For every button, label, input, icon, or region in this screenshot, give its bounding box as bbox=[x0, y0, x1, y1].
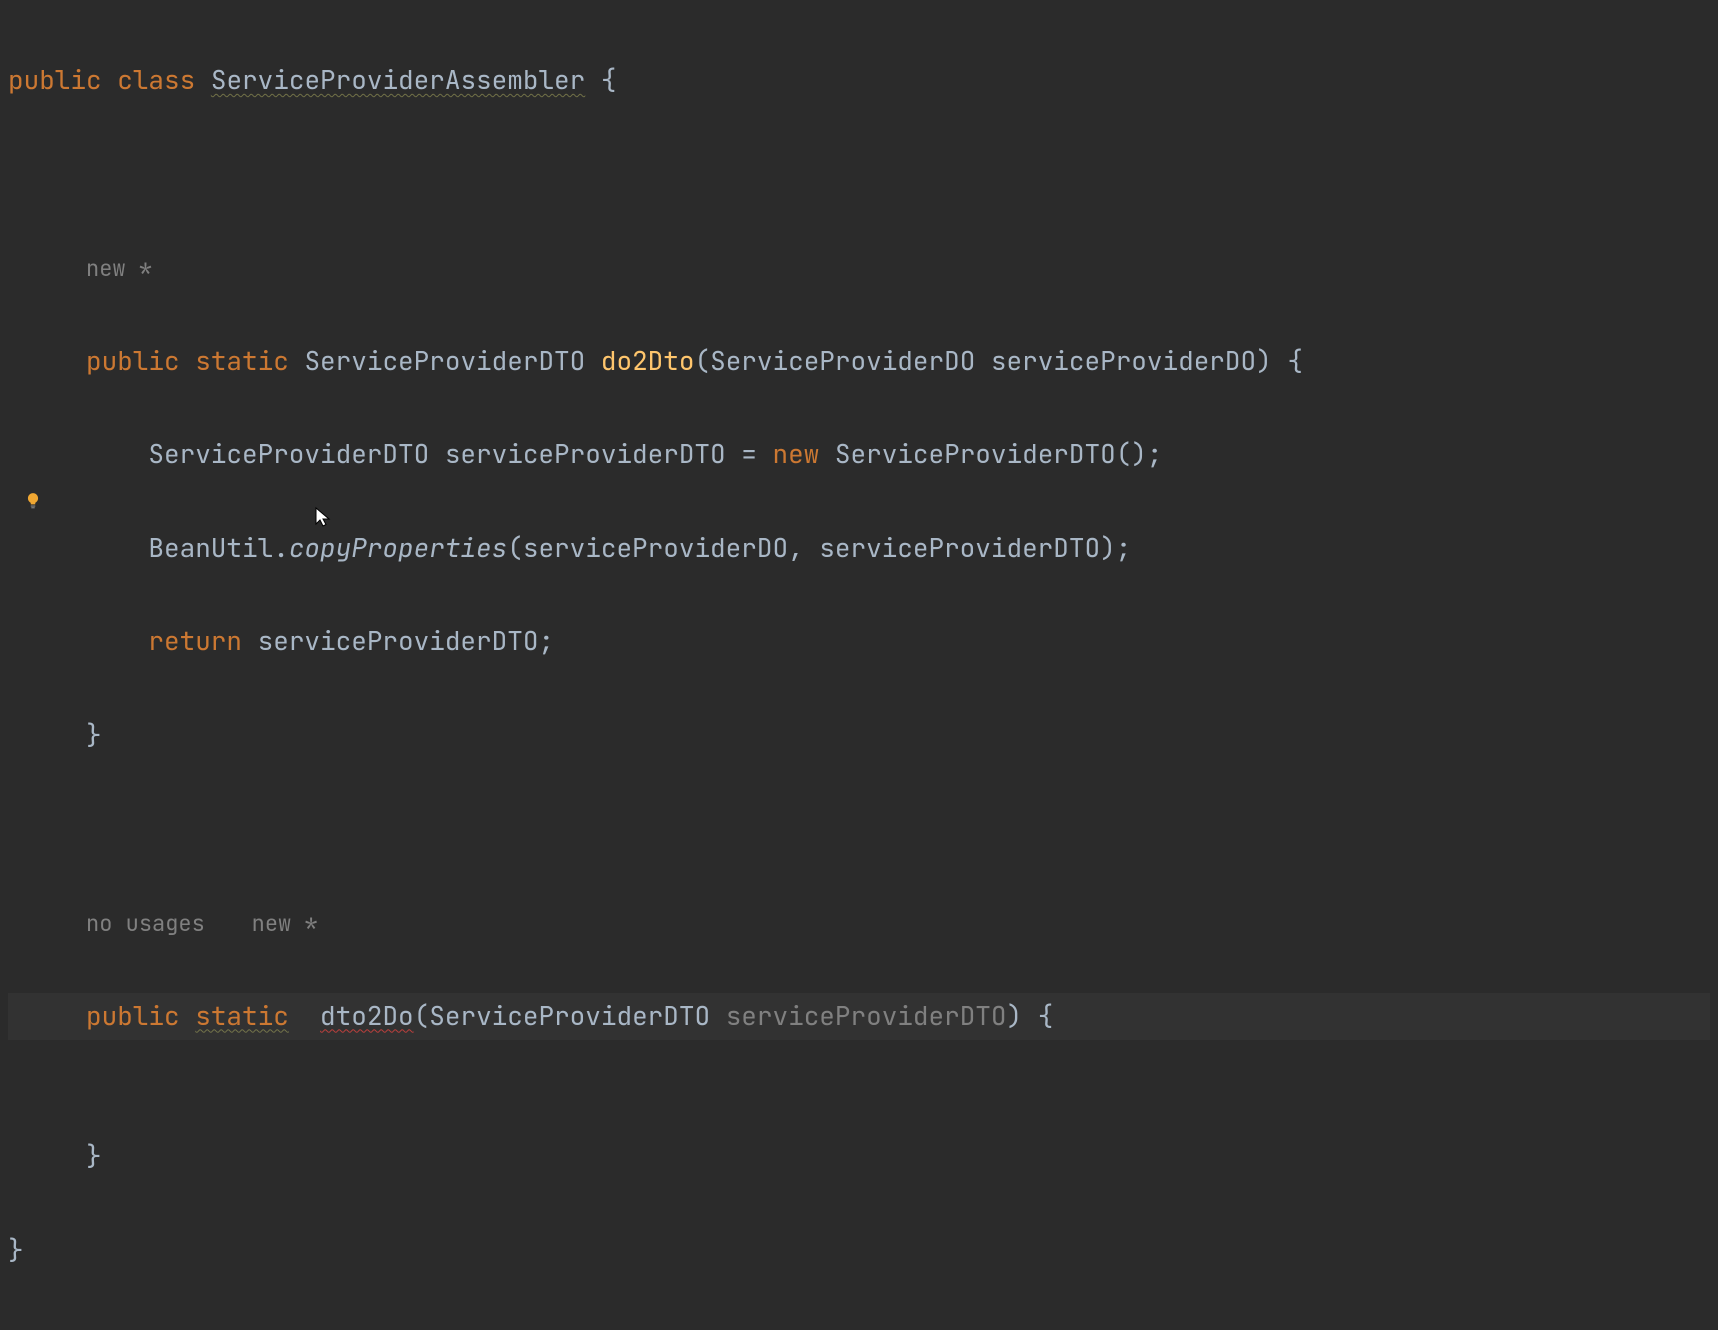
paren-open: ( bbox=[694, 343, 710, 378]
brace-close: } bbox=[8, 1232, 24, 1267]
paren-open: ( bbox=[507, 530, 523, 565]
return-var: serviceProviderDTO bbox=[258, 623, 539, 658]
arg: serviceProviderDO bbox=[523, 530, 788, 565]
code-line[interactable]: ServiceProviderDTO serviceProviderDTO = … bbox=[8, 431, 1710, 478]
code-line[interactable]: return serviceProviderDTO; bbox=[8, 618, 1710, 665]
keyword-public: public bbox=[86, 998, 180, 1033]
brace-close: } bbox=[86, 1138, 102, 1173]
param-name-unused: serviceProviderDTO bbox=[726, 998, 1007, 1033]
keyword-public: public bbox=[8, 62, 102, 97]
code-editor[interactable]: public class ServiceProviderAssembler { … bbox=[0, 0, 1718, 1330]
brace-open: { bbox=[1038, 998, 1054, 1033]
keyword-public: public bbox=[86, 343, 180, 378]
semicolon: ; bbox=[538, 623, 554, 658]
brace-open: { bbox=[601, 62, 617, 97]
parens: () bbox=[1116, 436, 1147, 471]
inlay-hint-new[interactable]: new * bbox=[86, 254, 152, 283]
keyword-static: static bbox=[195, 343, 289, 378]
keyword-return: return bbox=[148, 623, 242, 658]
equals: = bbox=[741, 436, 757, 471]
brace-close: } bbox=[86, 717, 102, 752]
param-type: ServiceProviderDTO bbox=[429, 998, 710, 1033]
code-line[interactable]: BeanUtil.copyProperties(serviceProviderD… bbox=[8, 525, 1710, 572]
class-name-token: ServiceProviderAssembler bbox=[211, 62, 585, 97]
semicolon: ; bbox=[1147, 436, 1163, 471]
static-method-call: copyProperties bbox=[289, 530, 507, 565]
semicolon: ; bbox=[1116, 530, 1132, 565]
keyword-class: class bbox=[117, 62, 195, 97]
code-line[interactable]: } bbox=[8, 1133, 1710, 1180]
inlay-hint-line[interactable]: new * bbox=[8, 244, 1710, 291]
method-name-error: dto2Do bbox=[320, 998, 414, 1033]
inlay-hint-usages[interactable]: no usages bbox=[86, 909, 205, 938]
code-line-current[interactable]: public static dto2Do(ServiceProviderDTO … bbox=[8, 993, 1710, 1040]
brace-open: { bbox=[1287, 343, 1303, 378]
arg: serviceProviderDTO bbox=[819, 530, 1100, 565]
code-line[interactable]: public class ServiceProviderAssembler { bbox=[8, 57, 1710, 104]
code-line-empty[interactable] bbox=[8, 150, 1710, 197]
param-name: serviceProviderDO bbox=[991, 343, 1256, 378]
inlay-hint-line[interactable]: no usages new * bbox=[8, 899, 1710, 946]
paren-open: ( bbox=[414, 998, 430, 1033]
paren-close: ) bbox=[1256, 343, 1272, 378]
param-type: ServiceProviderDO bbox=[710, 343, 975, 378]
keyword-static-warning: static bbox=[195, 998, 289, 1033]
return-type: ServiceProviderDTO bbox=[304, 343, 585, 378]
intention-bulb-icon[interactable] bbox=[24, 485, 42, 521]
paren-close: ) bbox=[1007, 998, 1023, 1033]
var-name: serviceProviderDTO bbox=[445, 436, 726, 471]
code-line[interactable]: } bbox=[8, 712, 1710, 759]
code-line[interactable]: } bbox=[8, 1227, 1710, 1274]
paren-close: ) bbox=[1100, 530, 1116, 565]
keyword-new: new bbox=[772, 436, 819, 471]
code-line-empty[interactable] bbox=[8, 806, 1710, 853]
var-type: ServiceProviderDTO bbox=[148, 436, 429, 471]
inlay-hint-new[interactable]: new * bbox=[252, 909, 318, 938]
method-name-token: do2Dto bbox=[601, 343, 695, 378]
code-line-empty[interactable] bbox=[8, 1040, 1710, 1087]
code-line[interactable]: public static ServiceProviderDTO do2Dto(… bbox=[8, 338, 1710, 385]
dot: . bbox=[273, 530, 289, 565]
comma: , bbox=[788, 530, 804, 565]
constructor-name: ServiceProviderDTO bbox=[835, 436, 1116, 471]
class-ref: BeanUtil bbox=[148, 530, 273, 565]
